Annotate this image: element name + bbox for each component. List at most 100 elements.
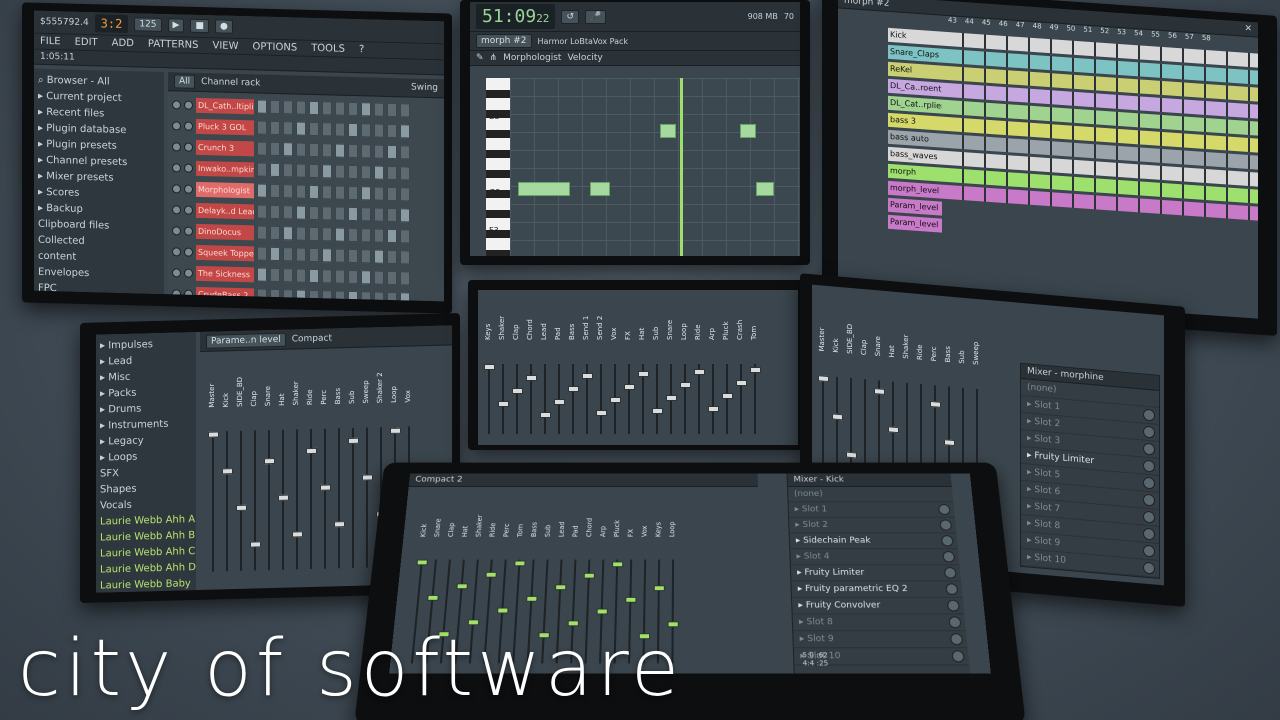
mic-icon[interactable]: 🎤 — [585, 10, 606, 24]
mixer-slot[interactable]: ▸ Slot 9 — [793, 631, 967, 648]
step-button[interactable] — [348, 144, 358, 158]
volume-fader[interactable] — [512, 388, 523, 394]
step-button[interactable] — [400, 208, 410, 222]
mix-knob[interactable] — [1143, 562, 1155, 575]
step-button[interactable] — [348, 165, 358, 179]
track-name[interactable]: ReKel — [888, 61, 942, 79]
step-button[interactable] — [400, 250, 410, 264]
volume-fader[interactable] — [498, 401, 509, 407]
volume-fader[interactable] — [708, 406, 719, 412]
track-name[interactable]: Param_level — [888, 214, 942, 232]
mixer-slot[interactable]: ▸ Slot 8 — [793, 614, 966, 631]
step-button[interactable] — [361, 228, 371, 242]
undo-icon[interactable]: ↺ — [561, 10, 579, 24]
mix-knob[interactable] — [941, 535, 954, 546]
mix-knob[interactable] — [1143, 545, 1155, 558]
volume-fader[interactable] — [390, 428, 401, 434]
mix-knob[interactable] — [1143, 443, 1155, 456]
step-button[interactable] — [257, 141, 267, 155]
note[interactable] — [756, 182, 774, 196]
step-button[interactable] — [387, 229, 397, 243]
volume-fader[interactable] — [750, 367, 761, 373]
volume-fader[interactable] — [596, 410, 607, 416]
step-button[interactable] — [387, 166, 397, 180]
param-label[interactable]: Velocity — [567, 53, 602, 63]
mix-knob[interactable] — [951, 650, 965, 662]
pan-knob[interactable] — [172, 142, 181, 151]
channel-name[interactable]: Inwako..mpkins — [196, 160, 254, 177]
stop-button[interactable]: ■ — [190, 19, 209, 33]
step-button[interactable] — [322, 101, 332, 115]
volume-fader[interactable] — [930, 401, 941, 408]
volume-knob[interactable] — [184, 247, 193, 256]
volume-fader[interactable] — [264, 458, 275, 464]
volume-fader[interactable] — [514, 561, 525, 567]
channel-name[interactable]: Crunch 3 — [196, 139, 254, 156]
param-tab[interactable]: Parame..n level — [206, 332, 286, 348]
volume-fader[interactable] — [888, 426, 899, 433]
step-button[interactable] — [309, 248, 319, 262]
volume-knob[interactable] — [184, 184, 193, 193]
step-button[interactable] — [283, 205, 293, 219]
step-button[interactable] — [361, 207, 371, 221]
volume-fader[interactable] — [722, 393, 733, 399]
mix-knob[interactable] — [1143, 409, 1155, 422]
step-button[interactable] — [270, 184, 280, 198]
mix-knob[interactable] — [1143, 426, 1155, 439]
step-button[interactable] — [309, 122, 319, 136]
volume-fader[interactable] — [348, 438, 359, 444]
step-button[interactable] — [374, 229, 384, 243]
menu-item[interactable]: TOOLS — [311, 43, 345, 55]
step-button[interactable] — [322, 206, 332, 220]
step-button[interactable] — [296, 226, 306, 240]
note[interactable] — [590, 182, 610, 196]
step-button[interactable] — [322, 164, 332, 178]
volume-fader[interactable] — [526, 596, 537, 602]
step-button[interactable] — [283, 100, 293, 114]
browser-item[interactable]: Laurie Webb Baby — [100, 576, 192, 593]
step-button[interactable] — [335, 207, 345, 221]
step-button[interactable] — [400, 292, 410, 301]
step-button[interactable] — [335, 102, 345, 116]
mixer-slot[interactable]: ▸ Fruity Limiter — [791, 565, 961, 581]
track-name[interactable]: bass_waves — [888, 146, 942, 164]
pan-knob[interactable] — [172, 268, 181, 277]
mix-knob[interactable] — [1143, 528, 1155, 541]
step-button[interactable] — [296, 184, 306, 198]
step-button[interactable] — [361, 249, 371, 263]
track-name[interactable]: bass auto — [888, 129, 942, 147]
step-button[interactable] — [322, 269, 332, 283]
step-button[interactable] — [309, 143, 319, 157]
step-button[interactable] — [257, 120, 267, 134]
mix-knob[interactable] — [1143, 494, 1155, 507]
volume-knob[interactable] — [184, 121, 193, 130]
step-button[interactable] — [387, 187, 397, 201]
volume-fader[interactable] — [540, 412, 551, 418]
track-name[interactable]: DL_Cat..rplier — [888, 95, 942, 113]
track-name[interactable]: Kick — [888, 27, 942, 45]
volume-fader[interactable] — [568, 386, 579, 392]
note[interactable] — [660, 124, 676, 138]
step-button[interactable] — [374, 166, 384, 180]
step-button[interactable] — [309, 206, 319, 220]
track-name[interactable]: Snare_Claps — [888, 44, 942, 62]
step-button[interactable] — [374, 250, 384, 264]
step-button[interactable] — [283, 163, 293, 177]
step-button[interactable] — [335, 270, 345, 284]
pan-knob[interactable] — [172, 121, 181, 130]
step-button[interactable] — [387, 271, 397, 285]
step-button[interactable] — [270, 247, 280, 261]
volume-fader[interactable] — [638, 371, 649, 377]
step-button[interactable] — [283, 226, 293, 240]
volume-fader[interactable] — [278, 495, 289, 501]
note[interactable] — [740, 124, 756, 138]
volume-fader[interactable] — [680, 382, 691, 388]
volume-knob[interactable] — [184, 226, 193, 235]
step-button[interactable] — [296, 268, 306, 282]
mixer-slot[interactable]: ▸ Fruity parametric EQ 2 — [791, 581, 962, 597]
step-button[interactable] — [374, 208, 384, 222]
step-button[interactable] — [296, 163, 306, 177]
step-button[interactable] — [257, 225, 267, 239]
volume-fader[interactable] — [584, 573, 595, 579]
step-button[interactable] — [257, 204, 267, 218]
